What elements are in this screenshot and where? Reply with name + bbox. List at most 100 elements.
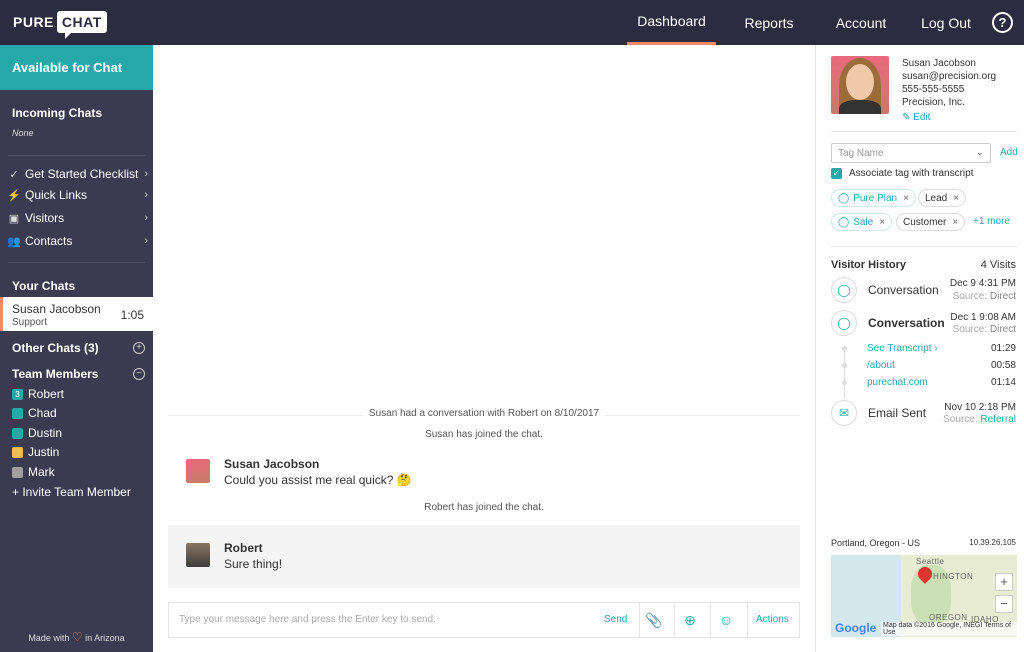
- visitor-avatar: [831, 56, 889, 114]
- chat-bubble-icon: ◯: [838, 216, 850, 228]
- tag-label: Customer: [903, 216, 947, 228]
- chat-bubble-icon: ◯: [831, 310, 857, 336]
- team-member-mark[interactable]: Mark: [12, 464, 55, 480]
- page-link[interactable]: /about: [867, 360, 895, 371]
- help-icon[interactable]: ?: [992, 12, 1013, 33]
- page-link[interactable]: purechat.com: [867, 377, 928, 388]
- edit-visitor-link[interactable]: ✎ Edit: [902, 112, 930, 123]
- composer-divider: [710, 603, 711, 637]
- member-name: Justin: [28, 445, 60, 459]
- zoom-out-button[interactable]: −: [995, 595, 1013, 613]
- sidebar-item-checklist[interactable]: ✓ Get Started Checklist ›: [6, 164, 148, 184]
- tag-label: Sale: [853, 216, 874, 228]
- contacts-icon: 👥: [7, 235, 21, 248]
- sidebar-item-label: Quick Links: [25, 188, 88, 202]
- avatar-face: [846, 64, 874, 100]
- emoji-icon[interactable]: ☺: [717, 611, 735, 629]
- actions-button[interactable]: Actions: [756, 614, 789, 625]
- nav-logout[interactable]: Log Out: [915, 0, 977, 45]
- team-member-chad[interactable]: Chad: [12, 405, 57, 421]
- history-item-source: Source: Direct: [953, 324, 1016, 335]
- timeline-dot: [842, 363, 847, 368]
- tag-name-select[interactable]: Tag Name ⌄: [831, 143, 991, 163]
- sidebar-item-quick-links[interactable]: ⚡ Quick Links ›: [6, 185, 148, 205]
- page-duration: 01:14: [990, 377, 1016, 388]
- team-member-robert[interactable]: 3 Robert: [12, 386, 64, 402]
- remove-tag-icon[interactable]: ×: [952, 217, 958, 228]
- chat-bubble-icon: ◯: [831, 277, 857, 303]
- composer-divider: [639, 603, 640, 637]
- nav-account[interactable]: Account: [828, 0, 894, 45]
- chat-message-operator: Robert Sure thing!: [168, 541, 800, 583]
- invite-team-member-link[interactable]: + Invite Team Member: [12, 484, 131, 500]
- source-label: Source:: [952, 324, 988, 335]
- member-name: Chad: [28, 406, 57, 420]
- visitor-location: Portland, Oregon - US: [831, 538, 921, 548]
- tag-customer[interactable]: Customer ×: [896, 213, 966, 231]
- purechat-logo[interactable]: PURE CHAT: [10, 8, 107, 39]
- message-author: Robert: [224, 541, 263, 555]
- footer-text: Made with: [28, 633, 70, 643]
- sidebar-item-visitors[interactable]: ▣ Visitors ›: [6, 208, 148, 228]
- collapse-minus-icon[interactable]: −: [133, 368, 145, 380]
- chat-bubble-icon: ◯: [838, 192, 850, 204]
- add-tag-button[interactable]: Add: [1000, 147, 1018, 158]
- visitor-ip: 10.39.26.105: [969, 538, 1016, 547]
- visit-count: 4 Visits: [980, 259, 1016, 271]
- chevron-right-icon: ›: [144, 168, 148, 180]
- tag-sale[interactable]: ◯ Sale ×: [831, 213, 893, 231]
- history-item-label[interactable]: Email Sent: [868, 406, 926, 420]
- map-label-washington: HINGTON: [933, 572, 974, 581]
- team-member-justin[interactable]: Justin: [12, 444, 59, 460]
- sidebar-item-contacts[interactable]: 👥 Contacts ›: [6, 231, 148, 251]
- sidebar-divider: [8, 155, 145, 156]
- more-tags-link[interactable]: +1 more: [973, 216, 1010, 227]
- timeline-dot: [842, 346, 847, 351]
- nav-dashboard[interactable]: Dashboard: [627, 0, 716, 45]
- attachment-icon[interactable]: 📎: [645, 611, 663, 629]
- avatar: [186, 543, 210, 567]
- panel-divider: [831, 131, 1017, 132]
- message-text: Sure thing!: [224, 557, 283, 571]
- team-member-dustin[interactable]: Dustin: [12, 425, 62, 441]
- source-value: Direct: [989, 324, 1016, 335]
- avatar-body: [839, 100, 881, 114]
- remove-tag-icon[interactable]: ×: [903, 193, 909, 204]
- footer-made-with: Made with ♡ in Arizona: [0, 630, 153, 644]
- timeline-dot: [842, 380, 847, 385]
- map-attribution[interactable]: Map data ©2016 Google, INEGI Terms of Us…: [881, 622, 1017, 636]
- chevron-right-icon: ›: [144, 235, 148, 247]
- history-item-label[interactable]: Conversation: [868, 283, 939, 297]
- footer-text: in Arizona: [85, 633, 125, 643]
- canned-response-icon[interactable]: ⊕: [681, 611, 699, 629]
- history-item-source: Source: Referral: [943, 414, 1016, 425]
- tag-pure-plan[interactable]: ◯ Pure Plan ×: [831, 189, 916, 207]
- tag-select-placeholder: Tag Name: [838, 148, 884, 159]
- send-button[interactable]: Send: [604, 614, 627, 625]
- tag-lead[interactable]: Lead ×: [918, 189, 967, 207]
- status-available-button[interactable]: Available for Chat: [0, 45, 153, 90]
- tag-label: Lead: [925, 192, 948, 204]
- location-map[interactable]: Seattle HINGTON OREGON IDAHO + − Google …: [831, 555, 1017, 637]
- see-transcript-link[interactable]: See Transcript ›: [867, 343, 938, 354]
- other-chats-heading[interactable]: Other Chats (3): [12, 341, 99, 355]
- timeline-line: [844, 348, 845, 398]
- visitor-info-panel: Susan Jacobson susan@precision.org 555-5…: [815, 45, 1024, 652]
- message-composer: Type your message here and press the Ent…: [168, 602, 800, 638]
- map-label-oregon: OREGON: [929, 613, 968, 622]
- expand-plus-icon[interactable]: +: [133, 342, 145, 354]
- zoom-in-button[interactable]: +: [995, 573, 1013, 591]
- visitor-email[interactable]: susan@precision.org: [902, 71, 996, 82]
- nav-reports[interactable]: Reports: [735, 0, 803, 45]
- pencil-icon: ✎: [902, 112, 911, 123]
- tag-label: Pure Plan: [853, 192, 898, 204]
- associate-tag-checkbox[interactable]: ✓: [831, 168, 842, 179]
- chevron-right-icon: ›: [144, 212, 148, 224]
- remove-tag-icon[interactable]: ×: [953, 193, 959, 204]
- message-input[interactable]: Type your message here and press the Ent…: [179, 614, 436, 625]
- visitor-company: Precision, Inc.: [902, 97, 965, 108]
- remove-tag-icon[interactable]: ×: [879, 217, 885, 228]
- history-item-label[interactable]: Conversation: [868, 316, 945, 330]
- active-chat-item[interactable]: Susan Jacobson Support 1:05: [0, 297, 153, 331]
- history-item-source: Source: Direct: [953, 291, 1016, 302]
